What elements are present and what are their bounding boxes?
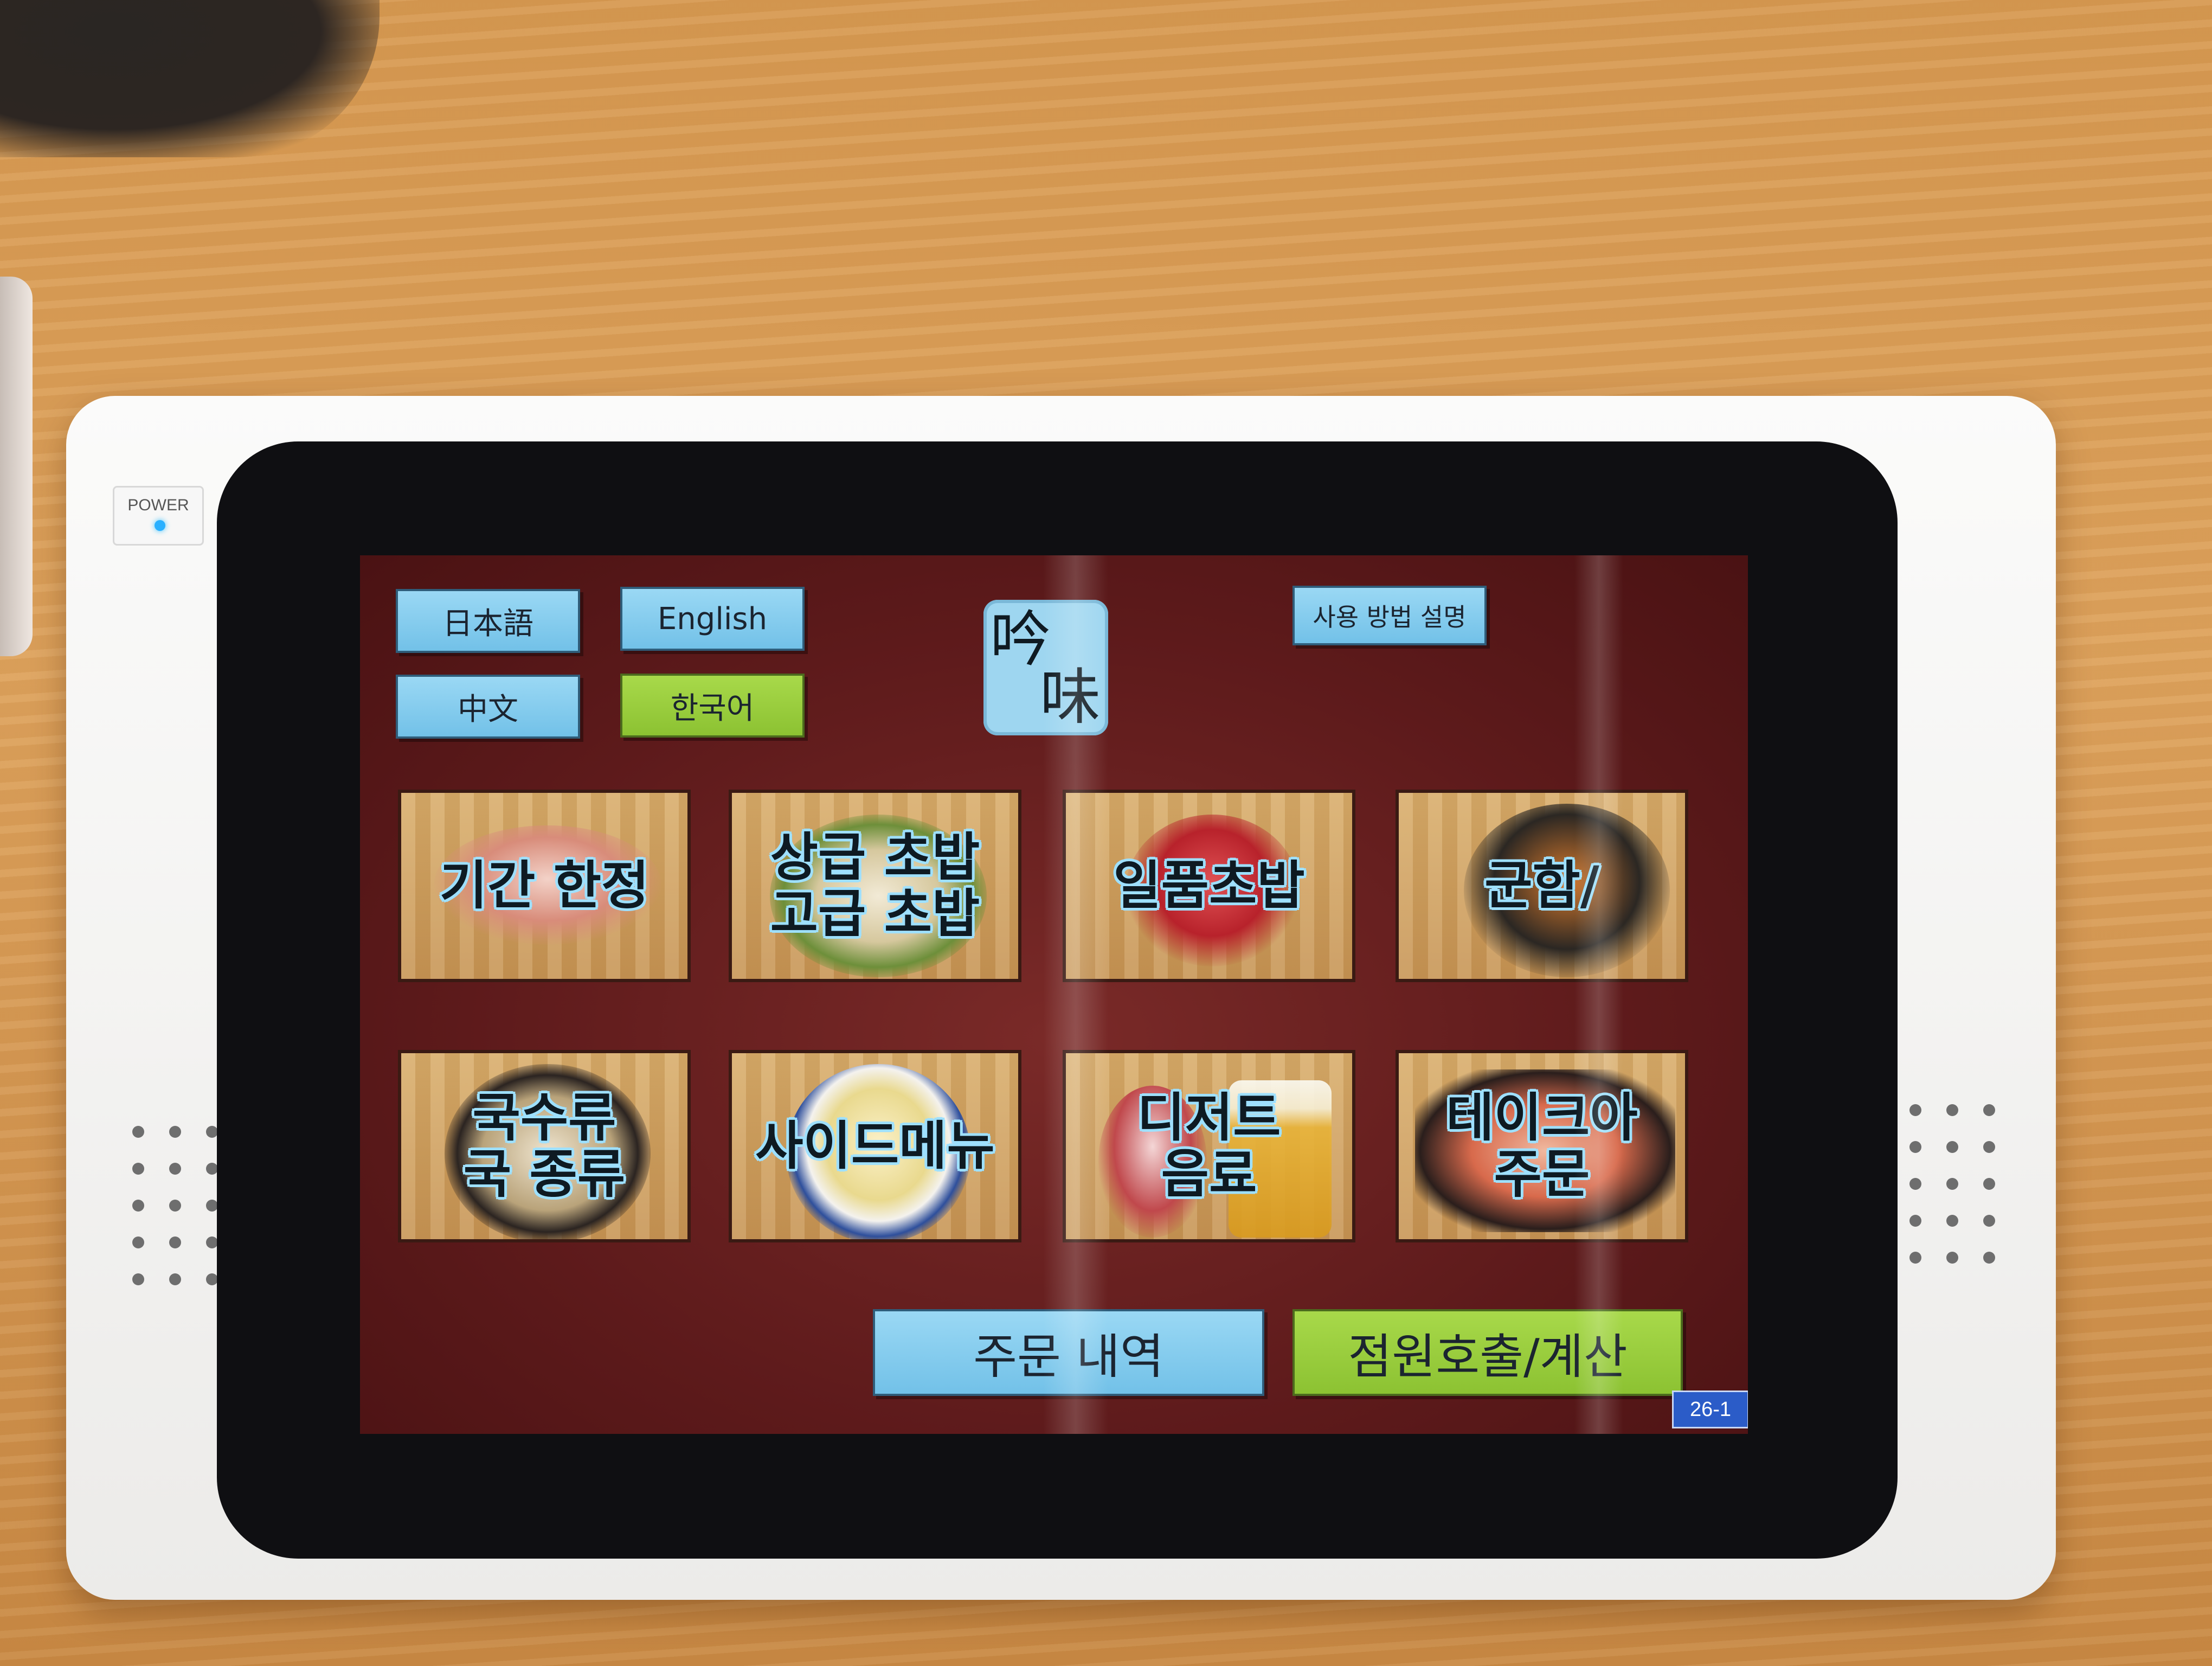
language-chinese-button[interactable]: 中文 <box>396 675 580 739</box>
phone-edge <box>0 277 33 656</box>
page-number-badge: 26-1 <box>1672 1391 1748 1428</box>
power-label: POWER <box>127 496 189 514</box>
tablet-device: POWER 日本語 English 中文 한국어 吟 味 사용 방법 설명 기간… <box>66 396 2056 1600</box>
page-number-label: 26-1 <box>1689 1398 1732 1421</box>
call-staff-checkout-button[interactable]: 점원호출/계산 <box>1293 1309 1683 1396</box>
language-chinese-label: 中文 <box>458 691 518 727</box>
left-speaker-grille <box>132 1126 218 1285</box>
menu-tile-premium-sushi[interactable]: 상급 초밥 고급 초밥 <box>729 790 1021 982</box>
order-history-button[interactable]: 주문 내역 <box>873 1309 1264 1396</box>
menu-tile-single-sushi[interactable]: 일품초밥 <box>1063 790 1355 982</box>
power-button[interactable]: POWER <box>113 486 204 546</box>
language-korean-label: 한국어 <box>670 690 755 726</box>
help-instructions-button[interactable]: 사용 방법 설명 <box>1293 586 1487 645</box>
language-korean-button[interactable]: 한국어 <box>620 674 805 738</box>
language-english-label: English <box>657 601 768 637</box>
menu-tile-label: 국수류 국 종류 <box>463 1087 626 1204</box>
call-staff-checkout-label: 점원호출/계산 <box>1348 1328 1628 1385</box>
menu-tile-gunkan[interactable]: 군함/ <box>1396 790 1688 982</box>
menu-tile-noodles-soup[interactable]: 국수류 국 종류 <box>398 1050 691 1242</box>
order-history-label: 주문 내역 <box>973 1328 1164 1385</box>
menu-tile-takeout[interactable]: 테이크아 주문 <box>1396 1050 1688 1242</box>
menu-tile-side-menu[interactable]: 사이드메뉴 <box>729 1050 1021 1242</box>
menu-tile-label: 테이크아 주문 <box>1446 1087 1638 1204</box>
menu-tile-label: 사이드메뉴 <box>755 1115 995 1176</box>
screen-bezel: 日本語 English 中文 한국어 吟 味 사용 방법 설명 기간 한정 상급… <box>217 441 1898 1559</box>
power-led-icon <box>155 520 165 531</box>
logo-char-2: 味 <box>1040 662 1101 733</box>
menu-tile-label: 디저트 음료 <box>1137 1087 1281 1204</box>
right-speaker-grille <box>1909 1104 1995 1264</box>
restaurant-logo: 吟 味 <box>983 600 1108 735</box>
logo-char-1: 吟 <box>990 605 1051 675</box>
language-japanese-label: 日本語 <box>442 606 533 642</box>
language-japanese-button[interactable]: 日本語 <box>396 589 580 653</box>
screen-glare <box>1574 555 1623 1434</box>
kiosk-screen: 日本語 English 中文 한국어 吟 味 사용 방법 설명 기간 한정 상급… <box>360 555 1748 1434</box>
help-instructions-label: 사용 방법 설명 <box>1313 603 1467 632</box>
language-english-button[interactable]: English <box>620 587 805 651</box>
menu-tile-label: 군함/ <box>1484 855 1599 916</box>
menu-tile-dessert-drinks[interactable]: 디저트 음료 <box>1063 1050 1355 1242</box>
menu-tile-label: 상급 초밥 고급 초밥 <box>770 826 980 944</box>
menu-tile-label: 일품초밥 <box>1113 855 1305 916</box>
menu-tile-label: 기간 한정 <box>439 855 650 916</box>
menu-tile-limited-time[interactable]: 기간 한정 <box>398 790 691 982</box>
